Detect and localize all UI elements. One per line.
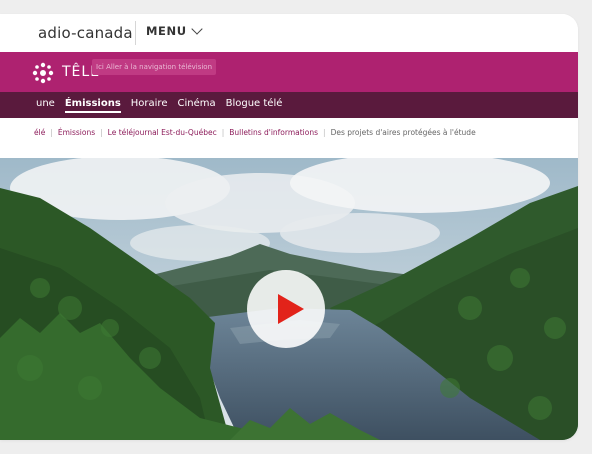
play-icon [278,294,304,324]
breadcrumb-separator: | [50,128,53,137]
breadcrumb-item-bulletins[interactable]: Bulletins d'informations [229,128,318,137]
page-card: adio-canada MENU TÊLÊ Ici Aller à la nav… [0,14,578,440]
radio-canada-gem-icon [32,62,54,84]
breadcrumb-separator: | [221,128,225,137]
breadcrumb-item-current: Des projets d'aires protégées à l'étude [330,128,476,137]
breadcrumb-item-tele[interactable]: élé [34,128,45,137]
nav-item-horaire[interactable]: Horaire [131,98,168,113]
nav-item-blogue-tele[interactable]: Blogue télé [226,98,283,113]
breadcrumb: élé | Émissions | Le téléjournal Est-du-… [34,128,476,137]
header-divider [135,21,136,45]
tele-brand-bar: TÊLÊ Ici Aller à la navigation télévisio… [0,52,578,92]
breadcrumb-item-telejournal[interactable]: Le téléjournal Est-du-Québec [108,128,217,137]
menu-label: MENU [146,24,187,38]
breadcrumb-separator: | [100,128,103,137]
chevron-down-icon [191,23,203,35]
breadcrumb-item-emissions[interactable]: Émissions [58,128,95,137]
site-header: adio-canada MENU [0,14,578,52]
radio-canada-logo[interactable]: adio-canada [38,24,133,42]
nav-item-une[interactable]: une [36,98,55,113]
nav-item-emissions[interactable]: Émissions [64,98,121,113]
breadcrumb-separator: | [323,128,326,137]
nav-item-cinema[interactable]: Cinéma [177,98,215,113]
play-button[interactable] [247,270,325,348]
nav-items: une Émissions Horaire Cinéma Blogue télé [36,98,282,113]
skip-to-navigation-link[interactable]: Ici Aller à la navigation télévision [92,59,217,75]
section-nav: une Émissions Horaire Cinéma Blogue télé [0,92,578,118]
menu-button[interactable]: MENU [146,23,203,38]
